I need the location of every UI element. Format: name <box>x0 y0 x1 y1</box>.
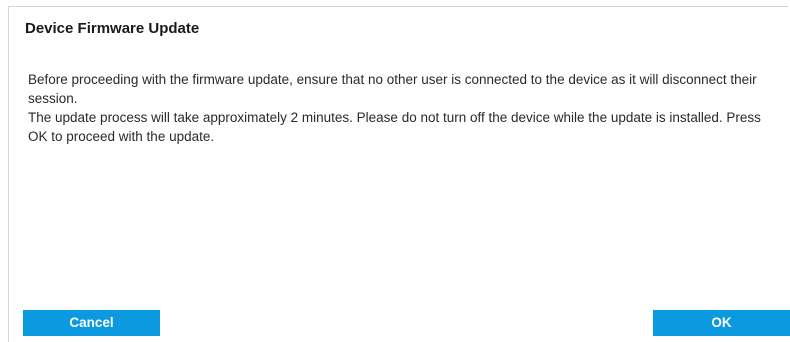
ok-button[interactable]: OK <box>653 310 790 336</box>
warning-paragraph-session: Before proceeding with the firmware upda… <box>28 72 757 106</box>
dialog-title: Device Firmware Update <box>25 20 200 37</box>
cancel-button[interactable]: Cancel <box>23 310 160 336</box>
warning-paragraph-duration: The update process will take approximate… <box>28 110 761 144</box>
firmware-update-dialog: Device Firmware Update Before proceeding… <box>8 6 790 342</box>
dialog-message: Before proceeding with the firmware upda… <box>28 70 780 146</box>
